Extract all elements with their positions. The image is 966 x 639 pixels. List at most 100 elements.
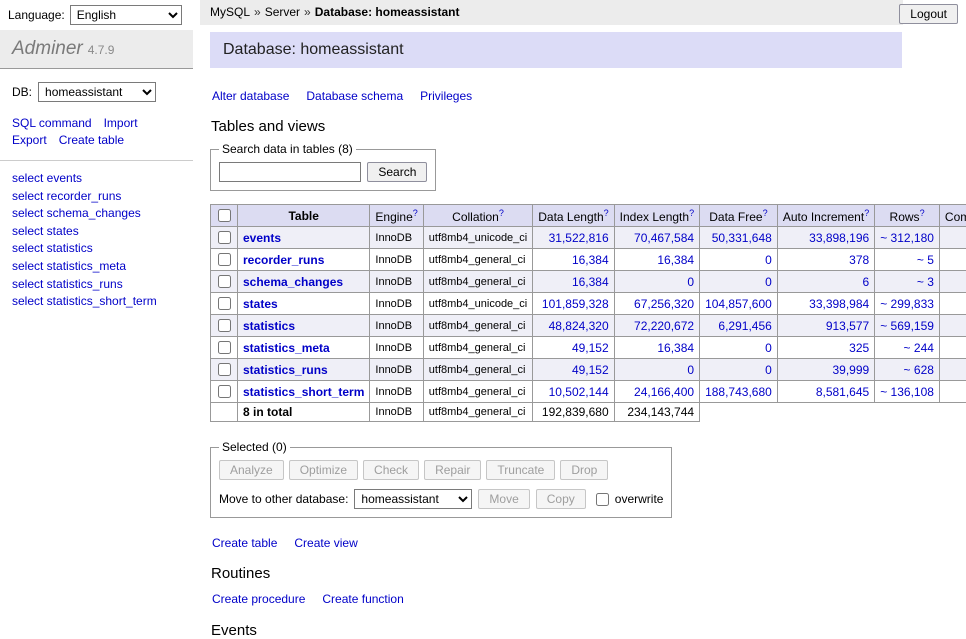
move-db-select[interactable]: homeassistant bbox=[354, 489, 472, 509]
sidebar-table-link[interactable]: select statistics_meta bbox=[12, 258, 181, 276]
index-length-link[interactable]: 72,220,672 bbox=[634, 319, 694, 333]
row-select-checkbox[interactable] bbox=[218, 231, 231, 244]
index-length-link[interactable]: 16,384 bbox=[657, 253, 694, 267]
rows-count-link[interactable]: ~ 628 bbox=[904, 363, 934, 377]
table-name-link[interactable]: schema_changes bbox=[243, 275, 343, 289]
row-select-checkbox[interactable] bbox=[218, 253, 231, 266]
sidebar-table-link[interactable]: select states bbox=[12, 223, 181, 241]
rows-cell: ~ 312,180 bbox=[875, 227, 940, 249]
index-length-link[interactable]: 24,166,400 bbox=[634, 385, 694, 399]
logout-button[interactable]: Logout bbox=[899, 4, 958, 24]
rows-count-link[interactable]: ~ 299,833 bbox=[880, 297, 934, 311]
sidebar-table-link[interactable]: select schema_changes bbox=[12, 205, 181, 223]
help-engine-link[interactable]: ? bbox=[413, 208, 418, 218]
row-select-checkbox[interactable] bbox=[218, 363, 231, 376]
data-length-link[interactable]: 48,824,320 bbox=[549, 319, 609, 333]
overwrite-checkbox[interactable] bbox=[596, 493, 609, 506]
selected-action-button[interactable]: Optimize bbox=[289, 460, 358, 480]
select-all-checkbox[interactable] bbox=[218, 209, 231, 222]
index-length-link[interactable]: 70,467,584 bbox=[634, 231, 694, 245]
db-select[interactable]: homeassistant bbox=[38, 82, 156, 102]
sidebar-link[interactable]: Create table bbox=[59, 133, 124, 147]
data-free-link[interactable]: 0 bbox=[765, 363, 772, 377]
create-link[interactable]: Create view bbox=[294, 536, 357, 550]
help-auto-increment-link[interactable]: ? bbox=[864, 208, 869, 218]
help-data-length-link[interactable]: ? bbox=[604, 208, 609, 218]
sidebar-link[interactable]: SQL command bbox=[12, 116, 92, 130]
db-action-link[interactable]: Database schema bbox=[306, 89, 403, 103]
data-length-link[interactable]: 49,152 bbox=[572, 341, 609, 355]
copy-button[interactable]: Copy bbox=[536, 489, 586, 509]
sidebar-table-link[interactable]: select statistics bbox=[12, 240, 181, 258]
data-length-link[interactable]: 16,384 bbox=[572, 253, 609, 267]
row-select-checkbox[interactable] bbox=[218, 297, 231, 310]
selected-action-button[interactable]: Repair bbox=[424, 460, 481, 480]
data-length-link[interactable]: 49,152 bbox=[572, 363, 609, 377]
data-free-link[interactable]: 0 bbox=[765, 253, 772, 267]
column-header-auto-increment: Auto Increment? bbox=[777, 205, 874, 227]
selected-action-button[interactable]: Check bbox=[363, 460, 419, 480]
data-free-link[interactable]: 0 bbox=[765, 275, 772, 289]
rows-count-link[interactable]: ~ 3 bbox=[917, 275, 934, 289]
help-data-free-link[interactable]: ? bbox=[763, 208, 768, 218]
rows-count-link[interactable]: ~ 569,159 bbox=[880, 319, 934, 333]
row-select-checkbox[interactable] bbox=[218, 341, 231, 354]
data-length-link[interactable]: 101,859,328 bbox=[542, 297, 609, 311]
row-select-checkbox[interactable] bbox=[218, 319, 231, 332]
table-name-link[interactable]: recorder_runs bbox=[243, 253, 324, 267]
row-select-checkbox[interactable] bbox=[218, 385, 231, 398]
sidebar-table-link[interactable]: select recorder_runs bbox=[12, 188, 181, 206]
selected-action-button[interactable]: Drop bbox=[560, 460, 608, 480]
breadcrumb-link-mysql[interactable]: MySQL bbox=[210, 5, 250, 19]
sort-table-link[interactable]: Table bbox=[288, 209, 318, 223]
breadcrumb-link-server[interactable]: Server bbox=[265, 5, 300, 19]
data-free-link[interactable]: 50,331,648 bbox=[712, 231, 772, 245]
sidebar-table-link[interactable]: select events bbox=[12, 170, 181, 188]
create-link[interactable]: Create table bbox=[212, 536, 277, 550]
table-name-link[interactable]: states bbox=[243, 297, 278, 311]
index-length-link[interactable]: 16,384 bbox=[657, 341, 694, 355]
help-rows-link[interactable]: ? bbox=[920, 208, 925, 218]
rows-count-link[interactable]: ~ 136,108 bbox=[880, 385, 934, 399]
search-input[interactable] bbox=[219, 162, 361, 182]
data-free-link[interactable]: 104,857,600 bbox=[705, 297, 772, 311]
rows-count-link[interactable]: ~ 5 bbox=[917, 253, 934, 267]
routine-link[interactable]: Create procedure bbox=[212, 592, 305, 606]
sidebar-table-link[interactable]: select statistics_runs bbox=[12, 276, 181, 294]
index-length-link[interactable]: 0 bbox=[687, 363, 694, 377]
selected-action-button[interactable]: Truncate bbox=[486, 460, 555, 480]
data-length-link[interactable]: 10,502,144 bbox=[549, 385, 609, 399]
data-length-link[interactable]: 31,522,816 bbox=[549, 231, 609, 245]
table-name-link[interactable]: statistics_meta bbox=[243, 341, 330, 355]
table-name-link[interactable]: statistics bbox=[243, 319, 295, 333]
sidebar-links: SQL command Import Export Create table bbox=[0, 116, 172, 147]
column-header-data-length: Data Length? bbox=[533, 205, 614, 227]
sidebar-link[interactable]: Export bbox=[12, 133, 47, 147]
data-free-link[interactable]: 0 bbox=[765, 341, 772, 355]
table-name-link[interactable]: statistics_short_term bbox=[243, 385, 364, 399]
index-length-link[interactable]: 67,256,320 bbox=[634, 297, 694, 311]
search-button[interactable]: Search bbox=[367, 162, 427, 182]
move-button[interactable]: Move bbox=[478, 489, 529, 509]
data-free-link[interactable]: 188,743,680 bbox=[705, 385, 772, 399]
row-select-checkbox[interactable] bbox=[218, 275, 231, 288]
table-name-link[interactable]: statistics_runs bbox=[243, 363, 328, 377]
db-action-link[interactable]: Privileges bbox=[420, 89, 472, 103]
index-length-link[interactable]: 0 bbox=[687, 275, 694, 289]
help-index-length-link[interactable]: ? bbox=[689, 208, 694, 218]
data-length-cell: 49,152 bbox=[533, 337, 614, 359]
db-action-link[interactable]: Alter database bbox=[212, 89, 289, 103]
data-length-link[interactable]: 16,384 bbox=[572, 275, 609, 289]
rows-count-link[interactable]: ~ 244 bbox=[904, 341, 934, 355]
sidebar-link[interactable]: Import bbox=[104, 116, 138, 130]
language-select[interactable]: English bbox=[70, 5, 182, 25]
sidebar: Adminer4.7.9 DB: homeassistant SQL comma… bbox=[0, 30, 193, 320]
data-free-link[interactable]: 6,291,456 bbox=[718, 319, 771, 333]
routine-link[interactable]: Create function bbox=[322, 592, 403, 606]
sidebar-table-link[interactable]: select statistics_short_term bbox=[12, 293, 181, 311]
help-collation-link[interactable]: ? bbox=[499, 208, 504, 218]
selected-action-button[interactable]: Analyze bbox=[219, 460, 284, 480]
rows-count-link[interactable]: ~ 312,180 bbox=[880, 231, 934, 245]
table-name-link[interactable]: events bbox=[243, 231, 281, 245]
column-header-index-length: Index Length? bbox=[614, 205, 699, 227]
